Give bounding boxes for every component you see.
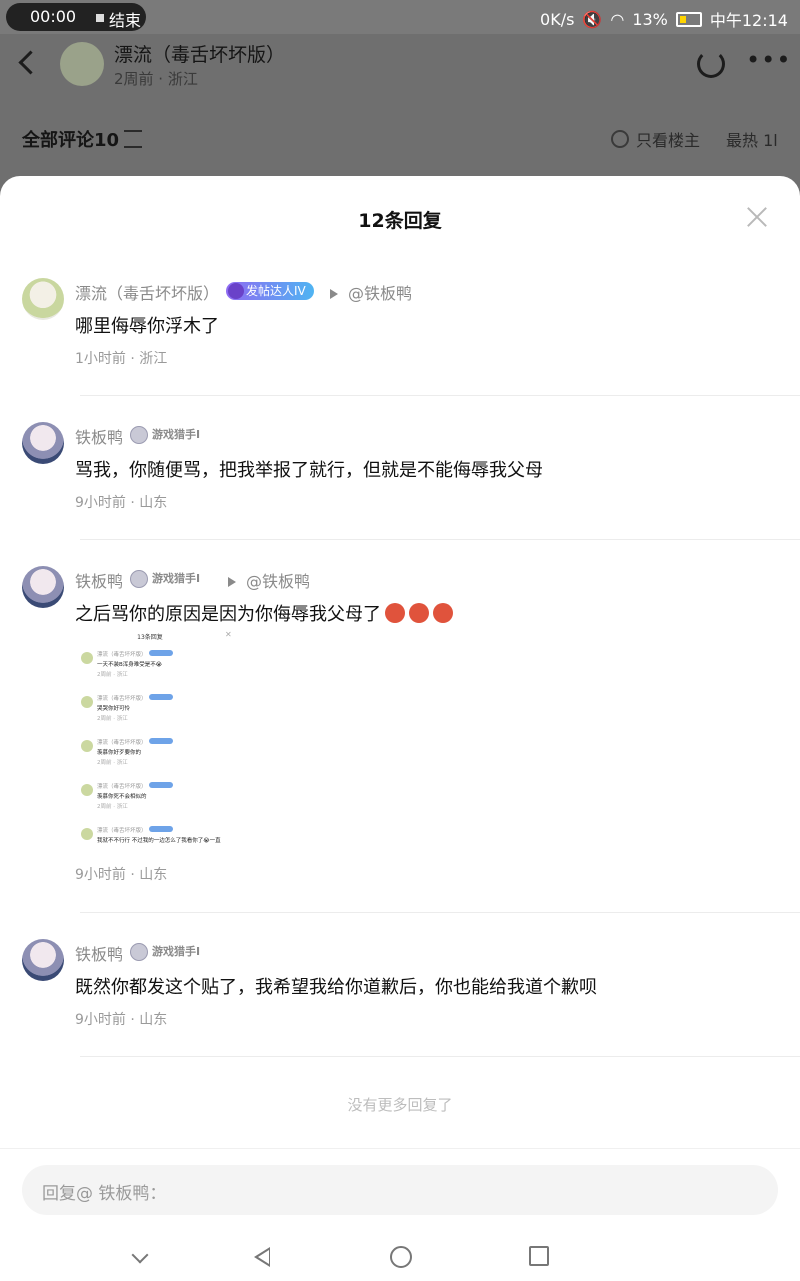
author-name[interactable]: 漂流（毒舌坏坏版）: [114, 40, 285, 67]
reply-author[interactable]: 铁板鸭: [75, 941, 123, 965]
mute-icon: 🔇: [582, 9, 603, 29]
recording-time: 00:00: [30, 7, 77, 26]
reply-target[interactable]: @铁板鸭: [228, 568, 310, 592]
status-bar: 00:00 结束 0K/s 🔇 ◠ 13% 中午12:14: [0, 0, 800, 34]
sort-selector[interactable]: 最热 1l: [726, 127, 778, 151]
more-icon[interactable]: •••: [746, 46, 791, 74]
avatar: [81, 828, 93, 840]
level-badge: 游戏猎手I: [130, 570, 200, 588]
divider: [80, 912, 800, 913]
reply-author[interactable]: 铁板鸭: [75, 424, 123, 448]
avatar[interactable]: [22, 566, 64, 608]
clock: 中午12:14: [709, 11, 788, 30]
reply-author[interactable]: 铁板鸭: [75, 568, 123, 592]
image-list-item: 漂流（毒舌坏坏版） 我就不不行行 不过我的一边怎么了我看你了😭一直: [81, 826, 241, 862]
badge-icon: [149, 782, 173, 788]
level-badge: 游戏猎手I: [130, 426, 200, 444]
badge-icon: [130, 570, 148, 588]
play-arrow-icon: [228, 577, 236, 587]
image-list-item: 漂流（毒舌坏坏版） 哭哭你好可怜 2周前 · 浙江: [81, 694, 241, 730]
reply-image[interactable]: 13条回复 ✕ 漂流（毒舌坏坏版） 一天不装B浑身难受是不😭 2周前 · 浙江 漂流…: [75, 628, 245, 858]
image-list-item: 漂流（毒舌坏坏版） 羡慕你死不会相似的 2周前 · 浙江: [81, 782, 241, 818]
battery-icon: [675, 11, 702, 27]
chevron-down-icon[interactable]: [131, 1246, 149, 1264]
reply-meta: 9小时前 · 山东: [75, 1012, 168, 1028]
avatar: [81, 784, 93, 796]
badge-icon: [149, 694, 173, 700]
nav-home-icon[interactable]: [390, 1246, 412, 1268]
nav-back-icon[interactable]: [254, 1247, 270, 1267]
post-meta: 2周前 · 浙江: [114, 70, 198, 88]
avatar: [81, 696, 93, 708]
replies-sheet: 12条回复 漂流（毒舌坏坏版） 发帖达人IV @铁板鸭 哪里侮辱你浮木了 1小时…: [0, 176, 800, 1281]
reply-input[interactable]: 回复@ 铁板鸭：: [22, 1165, 778, 1215]
level-badge: 游戏猎手I: [130, 943, 200, 961]
divider: [80, 395, 800, 396]
avatar[interactable]: [22, 939, 64, 981]
badge-icon: [130, 943, 148, 961]
badge-icon: [228, 283, 244, 299]
image-title: 13条回复: [137, 634, 163, 641]
badge-icon: [149, 826, 173, 832]
reply-content: 哪里侮辱你浮木了: [75, 316, 219, 337]
divider: [80, 1056, 800, 1057]
avatar[interactable]: [60, 42, 104, 86]
reply-target[interactable]: @铁板鸭: [330, 280, 412, 304]
reply-content: 既然你都发这个贴了，我希望我给你道歉后，你也能给我道个歉呗: [75, 977, 597, 998]
reply-content: 骂我，你随便骂，把我举报了就行，但就是不能侮辱我父母: [75, 460, 543, 481]
radio-icon[interactable]: [611, 130, 629, 148]
sheet-title: 12条回复: [358, 210, 442, 232]
reply-content: 之后骂你的原因是因为你侮辱我父母了: [75, 600, 453, 626]
share-icon[interactable]: [697, 50, 725, 78]
screen-recording-pill[interactable]: 00:00 结束: [6, 3, 146, 31]
comments-header: 全部评论10 只看楼主 最热 1l: [0, 100, 800, 176]
end-recording-label: 结束: [109, 11, 142, 30]
reply-meta: 9小时前 · 山东: [75, 867, 168, 883]
battery-percent: 13%: [632, 9, 668, 29]
close-icon: ✕: [225, 630, 232, 639]
status-right: 0K/s 🔇 ◠ 13% 中午12:14: [540, 7, 788, 31]
angry-emoji-icon: [409, 603, 429, 623]
reply-meta: 1小时前 · 浙江: [75, 351, 168, 367]
close-icon[interactable]: [746, 206, 768, 228]
reply-author[interactable]: 漂流（毒舌坏坏版）: [75, 280, 219, 304]
avatar[interactable]: [22, 422, 64, 464]
post-header: 漂流（毒舌坏坏版） 2周前 · 浙江 •••: [0, 34, 800, 100]
badge-icon: [149, 650, 173, 656]
divider: [80, 539, 800, 540]
reply-input-placeholder: 回复@ 铁板鸭：: [42, 1184, 167, 1204]
filter-icon[interactable]: [124, 130, 142, 148]
no-more-replies: 没有更多回复了: [347, 1096, 453, 1114]
nav-recents-icon[interactable]: [529, 1246, 549, 1266]
avatar: [81, 740, 93, 752]
wifi-icon: ◠: [610, 9, 625, 29]
avatar: [81, 652, 93, 664]
stop-icon: [96, 14, 104, 22]
reply-input-bar: 回复@ 铁板鸭：: [0, 1148, 800, 1281]
angry-emoji-icon: [433, 603, 453, 623]
badge-icon: [130, 426, 148, 444]
badge-icon: [149, 738, 173, 744]
only-owner-toggle[interactable]: 只看楼主: [636, 127, 700, 151]
angry-emoji-icon: [385, 603, 405, 623]
image-list-item: 漂流（毒舌坏坏版） 一天不装B浑身难受是不😭 2周前 · 浙江: [81, 650, 241, 686]
reply-meta: 9小时前 · 山东: [75, 495, 168, 511]
net-speed: 0K/s: [540, 9, 575, 29]
image-list-item: 漂流（毒舌坏坏版） 羡慕你好歹要你的 2周前 · 浙江: [81, 738, 241, 774]
avatar[interactable]: [22, 278, 64, 320]
play-arrow-icon: [330, 289, 338, 299]
comments-title: 全部评论10: [22, 130, 120, 151]
back-icon[interactable]: [18, 50, 43, 75]
level-badge: 发帖达人IV: [226, 282, 314, 300]
